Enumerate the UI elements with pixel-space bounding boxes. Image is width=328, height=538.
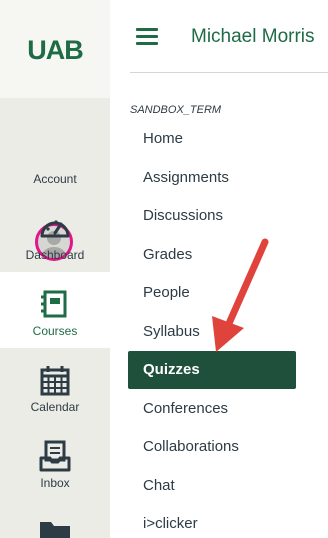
nav-account-label: Account xyxy=(33,172,77,186)
hamburger-menu-icon[interactable] xyxy=(136,28,160,46)
annotation-arrow-icon xyxy=(212,238,269,352)
nav-calendar-label: Calendar xyxy=(30,400,80,414)
svg-text:UAB: UAB xyxy=(27,36,83,62)
nav-calendar[interactable]: Calendar xyxy=(0,348,110,424)
course-nav-iclicker[interactable]: i>clicker xyxy=(128,505,296,538)
canvas-page: UAB Account Dashboard Courses Calendar I… xyxy=(0,0,328,538)
breadcrumb-user[interactable]: Michael Morris xyxy=(191,26,315,48)
nav-courses[interactable]: Courses xyxy=(0,272,110,348)
inbox-icon xyxy=(39,440,71,472)
course-nav-collaborations[interactable]: Collaborations xyxy=(128,428,296,466)
course-nav-home[interactable]: Home xyxy=(128,120,296,158)
header-divider xyxy=(130,72,328,73)
folder-icon xyxy=(40,522,70,538)
nav-dashboard[interactable]: Dashboard xyxy=(0,196,110,272)
course-nav-assignments[interactable]: Assignments xyxy=(128,159,296,197)
header: Michael Morris xyxy=(110,0,328,72)
dashboard-icon xyxy=(40,220,70,238)
global-nav: UAB Account Dashboard Courses Calendar I… xyxy=(0,0,110,538)
uab-logo: UAB xyxy=(27,36,84,62)
term-label: SANDBOX_TERM xyxy=(130,104,222,116)
nav-files[interactable] xyxy=(0,500,110,538)
course-nav-chat[interactable]: Chat xyxy=(128,467,296,505)
nav-inbox[interactable]: Inbox xyxy=(0,424,110,500)
nav-courses-label: Courses xyxy=(32,324,78,338)
courses-icon xyxy=(41,290,67,318)
nav-account[interactable]: Account xyxy=(0,100,110,261)
course-nav-discussions[interactable]: Discussions xyxy=(128,197,296,235)
course-nav-quizzes[interactable]: Quizzes xyxy=(128,351,296,389)
logo-area[interactable]: UAB xyxy=(0,0,110,98)
nav-inbox-label: Inbox xyxy=(40,476,70,490)
calendar-icon xyxy=(40,366,70,396)
course-nav-conferences[interactable]: Conferences xyxy=(128,390,296,428)
nav-dashboard-label: Dashboard xyxy=(25,248,85,262)
